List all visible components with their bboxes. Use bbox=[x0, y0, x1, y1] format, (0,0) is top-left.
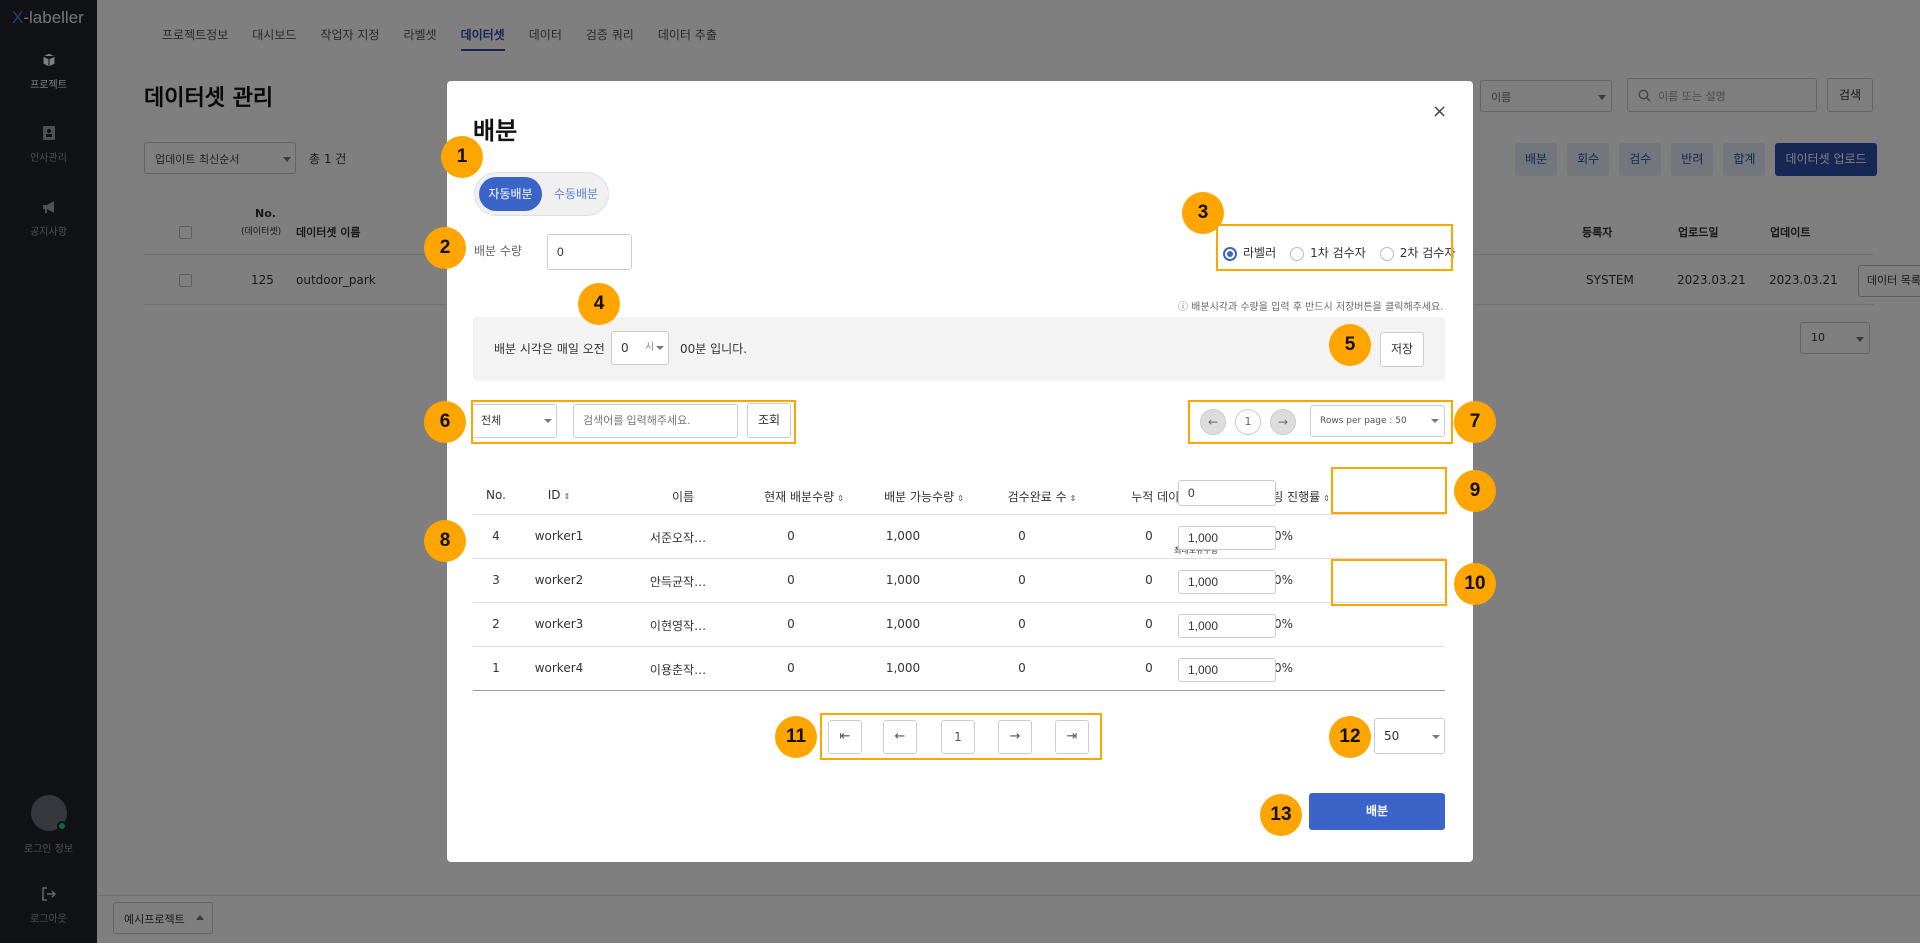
row-reviewed: 0 bbox=[1018, 661, 1026, 675]
annotation-badge: 5 bbox=[1329, 324, 1371, 366]
annotation-badge: 4 bbox=[578, 283, 620, 325]
highlight-top-pagination bbox=[1188, 400, 1453, 444]
annotation-badge: 7 bbox=[1454, 401, 1496, 443]
annotation-badge: 1 bbox=[441, 136, 483, 178]
annotation-badge: 6 bbox=[424, 401, 466, 443]
max-hold-input[interactable] bbox=[1178, 658, 1276, 682]
sort-icon: ⇕ bbox=[837, 494, 844, 503]
time-suffix: 00분 입니다. bbox=[680, 342, 748, 356]
row-no: 2 bbox=[492, 617, 500, 631]
col-reviewed-label: 검수완료 수 bbox=[1007, 490, 1067, 504]
col-id-label: ID bbox=[547, 488, 561, 502]
quantity-label: 배분 수량 bbox=[474, 244, 522, 258]
row-current: 0 bbox=[787, 573, 795, 587]
quantity-input[interactable] bbox=[547, 234, 632, 270]
row-cumulative: 0 bbox=[1145, 617, 1153, 631]
row-id: worker1 bbox=[534, 529, 584, 543]
row-id: worker2 bbox=[534, 573, 584, 587]
annotation-badge: 2 bbox=[424, 227, 466, 269]
highlight-role-group bbox=[1216, 224, 1453, 271]
annotation-badge: 10 bbox=[1454, 563, 1496, 605]
table-bottom-border bbox=[473, 690, 1445, 691]
row-divider bbox=[473, 602, 1445, 603]
annotation-badge: 13 bbox=[1260, 794, 1302, 836]
highlight-max-hold-all bbox=[1331, 467, 1447, 514]
sort-icon: ⇕ bbox=[1323, 494, 1330, 503]
schedule-box: 배분 시각은 매일 오전 0 시 00분 입니다. bbox=[473, 317, 1445, 381]
annotation-badge: 11 bbox=[775, 716, 817, 758]
row-name: 안득균작… bbox=[649, 575, 707, 589]
annotation-badge: 12 bbox=[1329, 716, 1371, 758]
row-reviewed: 0 bbox=[1018, 617, 1026, 631]
row-current: 0 bbox=[787, 617, 795, 631]
distribute-mode-toggle: 자동배분 수동배분 bbox=[474, 172, 609, 216]
modal-title: 배분 bbox=[473, 117, 518, 145]
col-reviewed[interactable]: 검수완료 수 ⇕ bbox=[984, 488, 1100, 505]
auto-distribute-option[interactable]: 자동배분 bbox=[479, 177, 542, 211]
row-cumulative: 0 bbox=[1145, 529, 1153, 543]
row-reviewed: 0 bbox=[1018, 573, 1026, 587]
time-prefix: 배분 시각은 매일 오전 bbox=[494, 342, 605, 356]
row-current: 0 bbox=[787, 529, 795, 543]
annotation-badge: 9 bbox=[1454, 470, 1496, 512]
max-hold-all-input[interactable] bbox=[1178, 480, 1276, 506]
row-reviewed: 0 bbox=[1018, 529, 1026, 543]
close-icon[interactable]: × bbox=[1432, 101, 1447, 122]
col-current-label: 현재 배분수량 bbox=[764, 490, 835, 504]
col-available[interactable]: 배분 가능수량 ⇕ bbox=[861, 488, 987, 505]
chevron-down-icon bbox=[1432, 735, 1440, 739]
row-id: worker4 bbox=[534, 661, 584, 675]
row-no: 3 bbox=[492, 573, 500, 587]
chevron-down-icon bbox=[656, 346, 664, 350]
annotation-badge: 8 bbox=[424, 520, 466, 562]
sort-icon: ⇕ bbox=[1069, 494, 1077, 503]
sort-icon: ⇕ bbox=[563, 492, 571, 501]
row-name: 이용춘작… bbox=[649, 663, 707, 677]
sort-icon: ⇕ bbox=[957, 494, 964, 503]
hour-value: 0 bbox=[621, 341, 629, 355]
highlight-max-hold-row bbox=[1331, 559, 1447, 606]
row-cumulative: 0 bbox=[1145, 573, 1153, 587]
row-available: 1,000 bbox=[885, 573, 921, 587]
max-hold-input[interactable] bbox=[1178, 526, 1276, 550]
col-no: No. bbox=[486, 488, 506, 502]
page-size-value: 50 bbox=[1384, 729, 1400, 743]
save-notice: ⓘ 배분시각과 수량을 입력 후 반드시 저장버튼을 클릭해주세요. bbox=[1178, 302, 1444, 313]
row-name: 이현영작… bbox=[649, 619, 707, 633]
page-size-select[interactable]: 50 bbox=[1374, 718, 1445, 754]
row-id: worker3 bbox=[534, 617, 584, 631]
row-divider bbox=[473, 558, 1445, 559]
max-hold-input[interactable] bbox=[1178, 614, 1276, 638]
row-no: 4 bbox=[492, 529, 500, 543]
row-cumulative: 0 bbox=[1145, 661, 1153, 675]
table-header-divider bbox=[473, 514, 1445, 515]
row-available: 1,000 bbox=[885, 529, 921, 543]
row-available: 1,000 bbox=[885, 661, 921, 675]
highlight-bottom-pagination bbox=[820, 713, 1102, 760]
max-hold-input[interactable] bbox=[1178, 570, 1276, 594]
row-name: 서준오작… bbox=[649, 531, 707, 545]
col-name: 이름 bbox=[671, 490, 695, 504]
annotation-badge: 3 bbox=[1182, 192, 1224, 234]
col-available-label: 배분 가능수량 bbox=[884, 490, 955, 504]
distribute-submit-button[interactable]: 배분 bbox=[1309, 793, 1445, 830]
hour-select[interactable]: 0 시 bbox=[611, 331, 669, 365]
row-current: 0 bbox=[787, 661, 795, 675]
highlight-search-row bbox=[471, 400, 796, 444]
row-no: 1 bbox=[492, 661, 500, 675]
row-available: 1,000 bbox=[885, 617, 921, 631]
manual-distribute-option[interactable]: 수동배분 bbox=[547, 177, 605, 211]
save-button[interactable]: 저장 bbox=[1380, 332, 1424, 367]
col-current-distributed[interactable]: 현재 배분수량 ⇕ bbox=[741, 488, 867, 505]
col-id[interactable]: ID ⇕ bbox=[539, 488, 579, 502]
hour-unit: 시 bbox=[645, 342, 655, 353]
row-divider bbox=[473, 646, 1445, 647]
